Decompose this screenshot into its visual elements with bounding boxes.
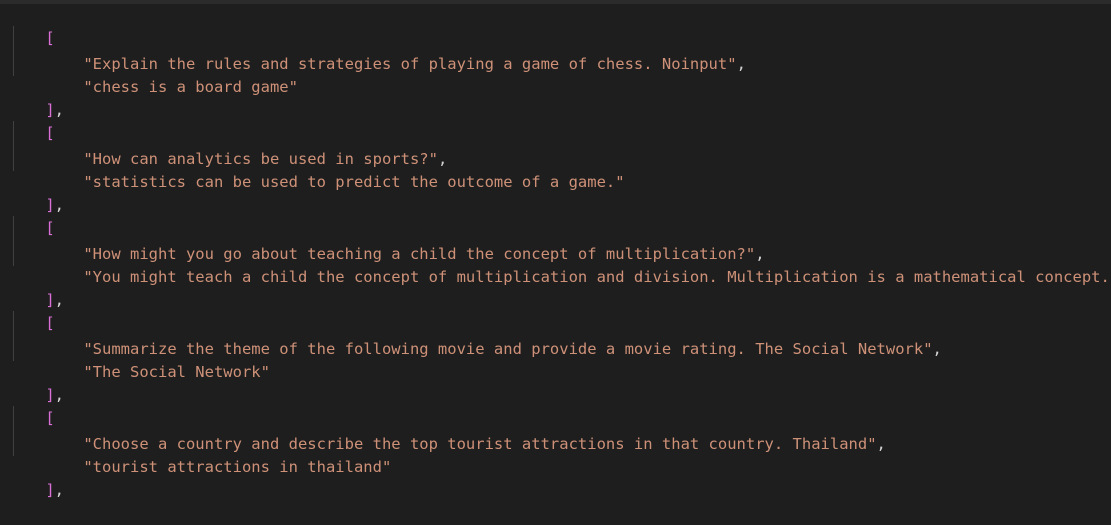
code-editor[interactable]: [ "Explain the rules and strategies of p… xyxy=(0,3,1111,499)
code-line: "statistics can be used to predict the o… xyxy=(0,148,624,191)
code-line: ], xyxy=(0,456,64,499)
code-line: [ xyxy=(0,99,54,142)
code-line: ], xyxy=(0,76,64,119)
close-bracket: ] xyxy=(45,481,55,499)
code-line: "You might teach a child the concept of … xyxy=(0,243,1110,286)
code-line: "Choose a country and describe the top t… xyxy=(0,410,886,453)
response-string: "tourist attractions in thailand" xyxy=(83,458,392,476)
bracket-comma: , xyxy=(54,101,65,119)
string-comma: , xyxy=(736,55,746,73)
bracket-comma: , xyxy=(54,196,65,214)
code-line: "The Social Network" xyxy=(0,338,270,381)
code-line: "How might you go about teaching a child… xyxy=(0,220,764,263)
response-string: "The Social Network" xyxy=(83,363,270,381)
code-line: [ xyxy=(0,4,54,47)
code-line: "Summarize the theme of the following mo… xyxy=(0,315,942,358)
bracket-comma: , xyxy=(54,291,65,309)
bracket-comma: , xyxy=(54,386,65,404)
code-line: ], xyxy=(0,171,64,214)
code-line: [ xyxy=(0,194,54,237)
response-string: "chess is a board game" xyxy=(83,78,298,96)
response-string: "statistics can be used to predict the o… xyxy=(83,173,625,191)
code-line: "How can analytics be used in sports?", xyxy=(0,125,447,168)
bracket-comma: , xyxy=(54,481,65,499)
string-comma: , xyxy=(932,340,942,358)
code-line: "tourist attractions in thailand" xyxy=(0,433,391,476)
code-line: ], xyxy=(0,361,64,404)
code-line: "Explain the rules and strategies of pla… xyxy=(0,30,746,73)
code-line: "chess is a board game" xyxy=(0,53,298,96)
code-line: ], xyxy=(0,266,64,309)
response-string: "You might teach a child the concept of … xyxy=(83,268,1110,286)
code-line: [ xyxy=(0,384,54,427)
string-comma: , xyxy=(876,435,886,453)
code-line: [ xyxy=(0,289,54,332)
